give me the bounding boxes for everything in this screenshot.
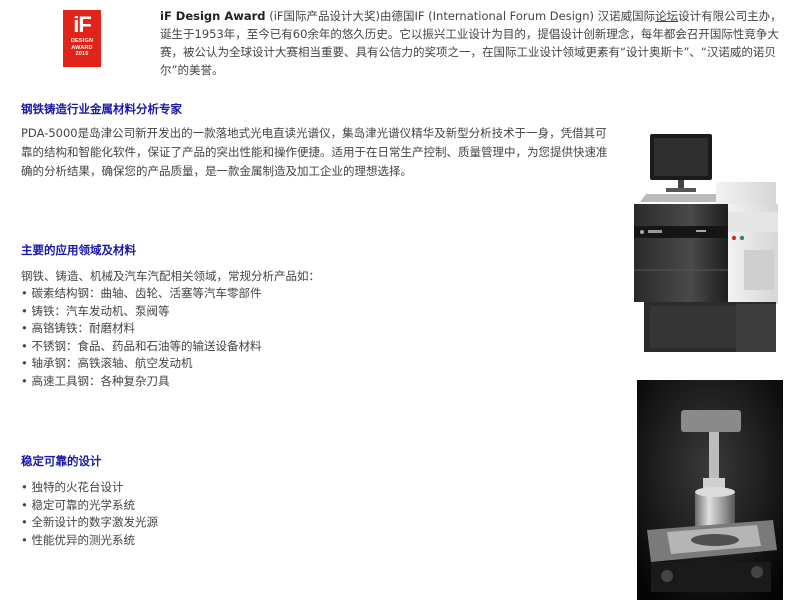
list-item: 性能优异的测光系统 — [21, 532, 158, 550]
design-list: 独特的火花台设计 稳定可靠的光学系统 全新设计的数字激发光源 性能优异的测光系统 — [21, 479, 158, 549]
list-item: 铸铁：汽车发动机、泵阀等 — [21, 303, 261, 321]
instrument-body — [634, 204, 728, 302]
spectrometer-photo — [634, 134, 778, 352]
applications-intro: 钢铁、铸造、机械及汽车汽配相关领域，常规分析产品如： — [21, 269, 320, 283]
logo-line: 2015 — [75, 51, 89, 57]
logo-mark: iF — [73, 12, 92, 37]
list-item: 稳定可靠的光学系统 — [21, 497, 158, 515]
list-item: 碳素结构钢：曲轴、齿轮、活塞等汽车零部件 — [21, 285, 261, 303]
forum-link[interactable]: 论坛 — [655, 9, 678, 23]
list-item: 全新设计的数字激发光源 — [21, 514, 158, 532]
list-item: 高速工具钢：各种复杂刀具 — [21, 373, 261, 391]
list-item: 不锈钢：食品、药品和石油等的输送设备材料 — [21, 338, 261, 356]
if-design-award-logo: iF DESIGN AWARD 2015 — [63, 10, 101, 67]
section-title-applications: 主要的应用领域及材料 — [21, 243, 136, 257]
section-title-expert: 钢铁铸造行业金属材料分析专家 — [21, 102, 182, 116]
list-item: 高铬铸铁：耐磨材料 — [21, 320, 261, 338]
section-title-design: 稳定可靠的设计 — [21, 454, 102, 468]
award-description: iF Design Award (iF国际产品设计大奖)由德国IF (Inter… — [160, 7, 785, 79]
award-title: iF Design Award — [160, 9, 266, 23]
list-item: 独特的火花台设计 — [21, 479, 158, 497]
expert-description: PDA-5000是岛津公司新开发出的一款落地式光电直读光谱仪，集岛津光谱仪精华及… — [21, 126, 608, 178]
list-item: 轴承钢：高铁滚轴、航空发动机 — [21, 355, 261, 373]
applications-list: 碳素结构钢：曲轴、齿轮、活塞等汽车零部件 铸铁：汽车发动机、泵阀等 高铬铸铁：耐… — [21, 285, 261, 390]
spark-stand-photo — [637, 380, 783, 600]
award-text-a: (iF国际产品设计大奖)由德国IF (International Forum D… — [265, 9, 656, 23]
